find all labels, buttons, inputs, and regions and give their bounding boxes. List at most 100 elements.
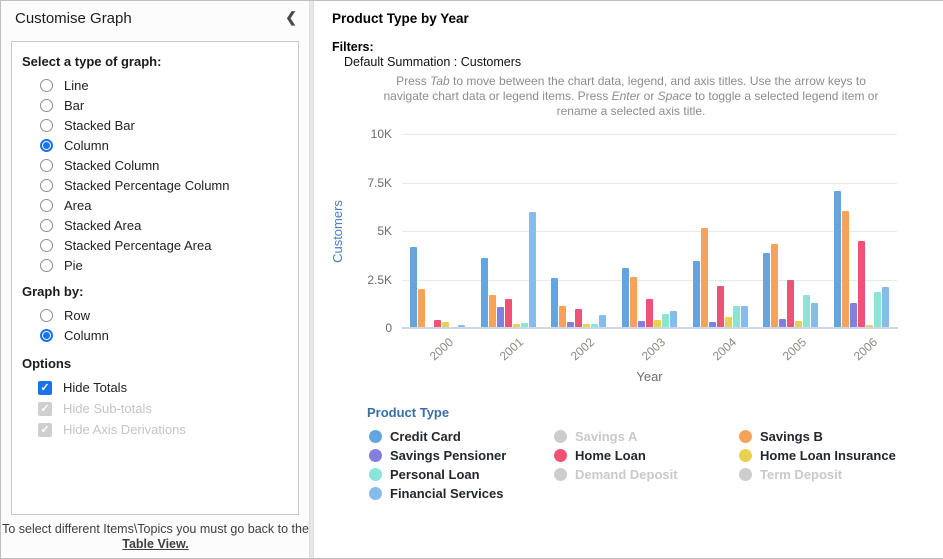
radio-icon: [40, 329, 53, 342]
bar-credit-card-2004[interactable]: [693, 261, 700, 328]
bar-savings-b-2002[interactable]: [559, 306, 566, 328]
x-tick-label-2000: 2000: [427, 335, 456, 363]
radio-graph-type-label: Stacked Percentage Column: [64, 178, 229, 193]
checkbox-icon: ✓: [38, 402, 52, 416]
radio-graph-type-label: Column: [64, 138, 109, 153]
bar-home-loan-2002[interactable]: [575, 309, 582, 328]
radio-icon: [40, 139, 53, 152]
bar-credit-card-2005[interactable]: [763, 253, 770, 328]
bar-personal-loan-2003[interactable]: [662, 314, 669, 328]
legend-item-label: Financial Services: [390, 486, 503, 501]
checkbox-icon: ✓: [38, 381, 52, 395]
y-axis-title[interactable]: Customers: [330, 200, 345, 263]
radio-graph-type-label: Stacked Bar: [64, 118, 135, 133]
legend-item-credit-card[interactable]: Credit Card: [369, 429, 554, 443]
options-list: ✓Hide Totals✓Hide Sub-totals✓Hide Axis D…: [22, 377, 288, 440]
legend-item-savings-pensioner[interactable]: Savings Pensioner: [369, 448, 554, 462]
radio-graph-type-bar[interactable]: Bar: [40, 95, 288, 115]
legend-item-term-deposit[interactable]: Term Deposit: [739, 467, 943, 481]
legend-item-label: Personal Loan: [390, 467, 480, 482]
graph-type-list: Line Bar Stacked Bar Column Stacked Column St…: [22, 75, 288, 275]
radio-graph-type-stacked-column[interactable]: Stacked Column: [40, 155, 288, 175]
legend-item-home-loan[interactable]: Home Loan: [554, 448, 739, 462]
bar-group-2001: [473, 134, 544, 328]
radio-graph-type-stacked-percentage-column[interactable]: Stacked Percentage Column: [40, 175, 288, 195]
bar-financial-services-2001[interactable]: [529, 212, 536, 328]
radio-graph-by-label: Row: [64, 308, 90, 323]
bar-financial-services-2004[interactable]: [741, 306, 748, 328]
x-tick-label-2004: 2004: [709, 335, 738, 363]
bar-savings-b-2004[interactable]: [701, 228, 708, 328]
legend-dot-icon: [554, 468, 567, 481]
bar-home-loan-2001[interactable]: [505, 299, 512, 328]
bar-personal-loan-2005[interactable]: [803, 295, 810, 328]
radio-icon: [40, 79, 53, 92]
legend-item-personal-loan[interactable]: Personal Loan: [369, 467, 554, 481]
bar-savings-pensioner-2001[interactable]: [497, 307, 504, 328]
bar-personal-loan-2004[interactable]: [733, 306, 740, 328]
collapse-panel-icon[interactable]: ❮: [285, 9, 297, 26]
radio-icon: [40, 199, 53, 212]
filters-value: Default Summation : Customers: [344, 55, 521, 69]
legend-title: Product Type: [367, 405, 449, 420]
x-axis-title[interactable]: Year: [402, 369, 897, 384]
legend-dot-icon: [739, 468, 752, 481]
bar-savings-pensioner-2006[interactable]: [850, 303, 857, 328]
legend-item-label: Savings B: [760, 429, 823, 444]
table-view-link[interactable]: Table View.: [122, 537, 188, 552]
radio-graph-by-column[interactable]: Column: [40, 325, 288, 345]
x-tick-label-2003: 2003: [639, 335, 668, 363]
radio-graph-type-label: Pie: [64, 258, 83, 273]
legend-item-savings-a[interactable]: Savings A: [554, 429, 739, 443]
bar-group-2003: [614, 134, 685, 328]
bar-financial-services-2005[interactable]: [811, 303, 818, 328]
checkbox-hide-totals[interactable]: ✓Hide Totals: [38, 377, 288, 398]
radio-graph-type-area[interactable]: Area: [40, 195, 288, 215]
legend-item-home-loan-insurance[interactable]: Home Loan Insurance: [739, 448, 943, 462]
bar-group-2005: [756, 134, 827, 328]
y-tick-label: 7.5K: [352, 176, 392, 190]
filters-label: Filters:: [332, 40, 374, 54]
bar-credit-card-2006[interactable]: [834, 191, 841, 328]
bar-savings-b-2006[interactable]: [842, 211, 849, 328]
radio-icon: [40, 239, 53, 252]
radio-graph-type-line[interactable]: Line: [40, 75, 288, 95]
legend-item-financial-services[interactable]: Financial Services: [369, 486, 554, 500]
bar-credit-card-2002[interactable]: [551, 278, 558, 328]
radio-graph-type-stacked-percentage-area[interactable]: Stacked Percentage Area: [40, 235, 288, 255]
bar-home-loan-2005[interactable]: [787, 280, 794, 328]
x-axis-line: [402, 327, 898, 329]
legend-dot-icon: [554, 430, 567, 443]
chart-plot-area[interactable]: [402, 134, 897, 328]
bar-savings-b-2001[interactable]: [489, 295, 496, 328]
radio-graph-type-column[interactable]: Column: [40, 135, 288, 155]
radio-graph-by-row[interactable]: Row: [40, 305, 288, 325]
radio-graph-type-stacked-bar[interactable]: Stacked Bar: [40, 115, 288, 135]
radio-graph-type-pie[interactable]: Pie: [40, 255, 288, 275]
bar-financial-services-2003[interactable]: [670, 311, 677, 328]
panel-footer: To select different Items\Topics you mus…: [1, 522, 310, 552]
bar-home-loan-2003[interactable]: [646, 299, 653, 328]
bar-credit-card-2000[interactable]: [410, 247, 417, 328]
bar-savings-b-2005[interactable]: [771, 244, 778, 328]
radio-graph-type-label: Bar: [64, 98, 84, 113]
bar-credit-card-2003[interactable]: [622, 268, 629, 328]
radio-icon: [40, 99, 53, 112]
bar-personal-loan-2006[interactable]: [874, 292, 881, 328]
bar-home-loan-2004[interactable]: [717, 286, 724, 328]
bar-credit-card-2001[interactable]: [481, 258, 488, 328]
radio-graph-by-label: Column: [64, 328, 109, 343]
chart-legend: Credit CardSavings A Savings B Savings Pen…: [369, 429, 943, 500]
bar-savings-b-2003[interactable]: [630, 277, 637, 328]
radio-icon: [40, 219, 53, 232]
checkbox-label: Hide Sub-totals: [63, 401, 152, 416]
legend-item-demand-deposit[interactable]: Demand Deposit: [554, 467, 739, 481]
bar-financial-services-2006[interactable]: [882, 287, 889, 328]
radio-graph-type-stacked-area[interactable]: Stacked Area: [40, 215, 288, 235]
legend-item-savings-b[interactable]: Savings B: [739, 429, 943, 443]
graph-by-section-label: Graph by:: [22, 284, 288, 299]
bar-savings-b-2000[interactable]: [418, 289, 425, 328]
graph-by-list: Row Column: [22, 305, 288, 345]
chart-title: Product Type by Year: [332, 11, 469, 26]
bar-home-loan-2006[interactable]: [858, 241, 865, 328]
